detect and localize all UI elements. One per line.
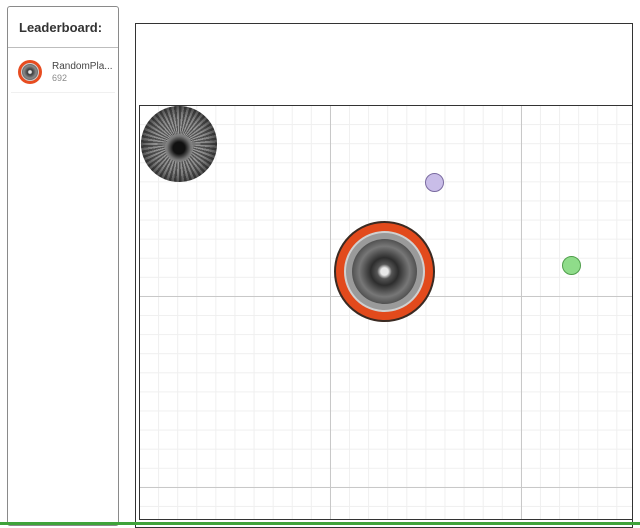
food-dot-purple <box>425 173 444 192</box>
leaderboard-entry: RandomPla... 692 <box>11 56 115 93</box>
game-arena[interactable] <box>139 105 633 520</box>
vortex-icon <box>141 106 217 182</box>
leaderboard-player-name: RandomPla... <box>52 61 113 73</box>
leaderboard-title: Leaderboard: <box>8 7 118 48</box>
food-dot-green <box>562 256 581 275</box>
speaker-icon[interactable] <box>334 221 435 322</box>
leaderboard-player-score: 692 <box>52 72 68 83</box>
leaderboard-panel: Leaderboard: RandomPla... 692 <box>7 6 119 526</box>
player-avatar-icon <box>18 60 42 84</box>
